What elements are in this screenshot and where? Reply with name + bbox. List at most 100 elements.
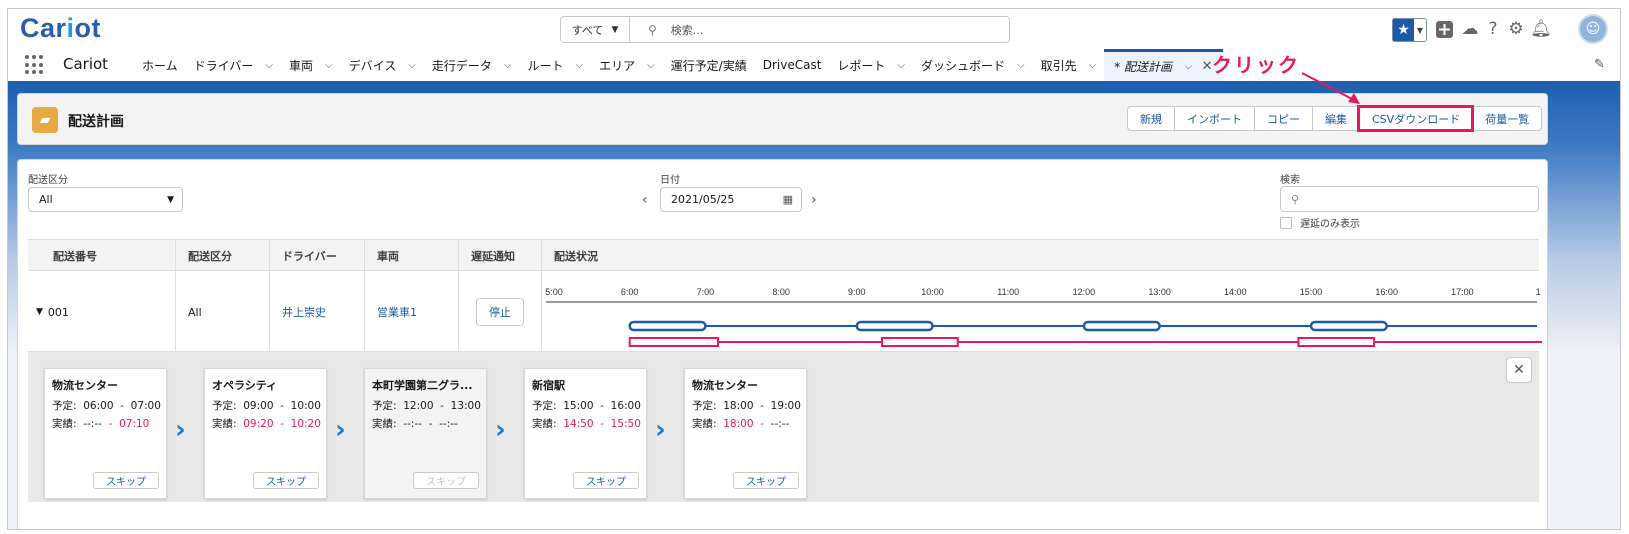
action-button[interactable]: 荷量一覧	[1472, 107, 1541, 130]
skip-button[interactable]: スキップ	[413, 472, 479, 489]
nav-item[interactable]: DriveCast	[755, 49, 830, 81]
cariot-logo[interactable]: Cariot	[20, 13, 101, 44]
nav-item[interactable]: ダッシュボード ⌵	[913, 49, 1033, 81]
category-select[interactable]: All ▼	[28, 187, 183, 212]
favorites-button[interactable]: ★ ▼	[1392, 18, 1427, 42]
driver-link[interactable]: 井上崇史	[282, 304, 326, 320]
plan-line: 予定: 15:00 - 16:00	[532, 400, 641, 412]
chevron-down-icon[interactable]: ⌵	[647, 60, 655, 71]
help-icon[interactable]: ?	[1485, 17, 1501, 41]
plan-segment[interactable]	[1309, 320, 1388, 332]
close-icon[interactable]: ✕	[1506, 357, 1532, 383]
avatar[interactable]: ☺	[1578, 14, 1608, 44]
actual-segment[interactable]	[1297, 337, 1376, 347]
chevron-down-icon[interactable]: ⌵	[1184, 61, 1192, 72]
nav-item[interactable]: ルート ⌵	[519, 49, 591, 81]
chevron-right-icon: ›	[175, 415, 186, 445]
bell-icon[interactable]: 🔔︎	[1530, 17, 1552, 41]
calendar-icon[interactable]: ▦	[783, 193, 793, 206]
chevron-down-icon[interactable]: ⌵	[408, 60, 416, 71]
chevron-down-icon[interactable]: ⌵	[265, 60, 273, 71]
action-button[interactable]: CSVダウンロード	[1356, 105, 1475, 132]
nav-item-label: デバイス	[348, 58, 397, 73]
search-scope-select[interactable]: すべて ▼	[561, 17, 630, 42]
stop-name: 物流センター	[692, 379, 758, 392]
stop-name: 新宿駅	[532, 379, 565, 392]
nav-item[interactable]: デバイス ⌵	[341, 49, 424, 81]
nav-item[interactable]: エリア ⌵	[591, 49, 663, 81]
plan-search-input[interactable]: ⚲	[1280, 186, 1539, 212]
chevron-down-icon[interactable]: ⌵	[1089, 60, 1097, 71]
vehicle-link[interactable]: 営業車1	[377, 304, 417, 320]
date-input[interactable]: 2021/05/25 ▦	[660, 187, 802, 212]
chevron-right-icon: ›	[655, 415, 666, 445]
nav-item-label: ドライバー	[193, 58, 254, 73]
nav-item[interactable]: 車両 ⌵	[281, 49, 341, 81]
actual-segment[interactable]	[881, 337, 959, 347]
expand-toggle-icon[interactable]: ▼	[36, 307, 43, 317]
chevron-down-icon[interactable]: ⌵	[575, 60, 583, 71]
skip-button[interactable]: スキップ	[253, 472, 319, 489]
nav-item[interactable]: 走行データ ⌵	[424, 49, 520, 81]
col-vehicle[interactable]: 車両	[365, 240, 459, 272]
plan-segment[interactable]	[1082, 320, 1161, 332]
actual-segment[interactable]	[628, 337, 720, 347]
action-button[interactable]: 編集	[1312, 107, 1359, 130]
stop-button[interactable]: 停止	[476, 298, 524, 326]
skip-button[interactable]: スキップ	[573, 472, 639, 489]
nav-item[interactable]: 取引先 ⌵	[1033, 49, 1105, 81]
annotation-arrow-icon	[1301, 72, 1360, 104]
col-delay-notice[interactable]: 遅延通知	[459, 240, 542, 272]
close-tab-icon[interactable]: ✕	[1202, 59, 1213, 74]
plan-segment[interactable]	[855, 320, 934, 332]
delivery-timeline: 5:00 6:00 7:00 8:00 9:00 10:00 11:00 12:00 13:00…	[545, 287, 1542, 347]
global-header: Cariot すべて ▼ ⚲ 検索... ★ ▼ ☁ ? ⚙ 🔔︎ ☺ Cario…	[8, 9, 1620, 89]
nav-item[interactable]: レポート ⌵	[829, 49, 913, 81]
timeline-tick-label: 5:00	[545, 287, 563, 297]
delay-only-checkbox[interactable]: 遅延のみ表示	[1280, 215, 1360, 230]
nav-item[interactable]: 運行予定/実績	[663, 49, 755, 81]
col-status[interactable]: 配送状況	[542, 240, 1539, 272]
col-category[interactable]: 配送区分	[176, 240, 270, 272]
trailhead-icon[interactable]: ☁	[1460, 17, 1480, 41]
col-number[interactable]: 配送番号	[28, 240, 176, 272]
row-vehicle-cell[interactable]: 営業車1	[365, 272, 459, 352]
click-annotation: クリック	[1212, 53, 1300, 77]
chevron-down-icon[interactable]: ⌵	[504, 60, 512, 71]
chevron-down-icon[interactable]: ⌵	[325, 60, 333, 71]
add-icon[interactable]	[1434, 17, 1454, 41]
page-title: 配送計画	[68, 114, 124, 130]
col-driver[interactable]: ドライバー	[270, 240, 365, 272]
caret-down-icon: ▼	[167, 194, 174, 205]
plan-segment[interactable]	[628, 320, 707, 332]
timeline-tick-label: 9:00	[848, 287, 866, 297]
stop-name: オペラシティ	[212, 379, 278, 392]
chevron-down-icon[interactable]: ⌵	[897, 60, 905, 71]
nav-item[interactable]: ドライバー ⌵	[186, 49, 281, 81]
nav-item[interactable]: ホーム	[134, 49, 186, 81]
chevron-down-icon[interactable]: ⌵	[1017, 60, 1025, 71]
date-label: 日付	[660, 175, 680, 186]
global-search[interactable]: すべて ▼ ⚲ 検索...	[560, 16, 1010, 43]
nav-item-label: 車両	[289, 58, 314, 73]
skip-button[interactable]: スキップ	[733, 472, 799, 489]
action-button[interactable]: インポート	[1174, 107, 1254, 130]
row-number-cell[interactable]: ▼ 001	[28, 272, 176, 352]
gear-icon[interactable]: ⚙	[1506, 17, 1526, 41]
stop-detail-panel: 物流センター 予定: 06:00 - 07:00 実績: --:-- - 07:10…	[28, 352, 1539, 502]
action-button[interactable]: 新規	[1128, 107, 1174, 130]
timeline-tick-label: 11:00	[997, 287, 1019, 297]
tab-delivery-plan[interactable]: * 配送計画 ⌵ ✕	[1104, 49, 1223, 81]
search-label: 検索	[1280, 175, 1300, 186]
prev-date-icon[interactable]: ‹	[642, 192, 648, 208]
row-driver-cell[interactable]: 井上崇史	[270, 272, 365, 352]
action-button[interactable]: コピー	[1254, 107, 1312, 130]
checkbox-box[interactable]	[1280, 216, 1292, 229]
skip-button[interactable]: スキップ	[93, 472, 159, 489]
app-launcher-icon[interactable]	[25, 55, 45, 75]
search-input[interactable]: 検索...	[671, 22, 704, 38]
timeline-tick-label: 1	[1536, 287, 1541, 297]
truck-icon: ▰	[32, 107, 58, 133]
next-date-icon[interactable]: ›	[811, 192, 817, 208]
edit-nav-icon[interactable]: ✎	[1594, 57, 1605, 72]
